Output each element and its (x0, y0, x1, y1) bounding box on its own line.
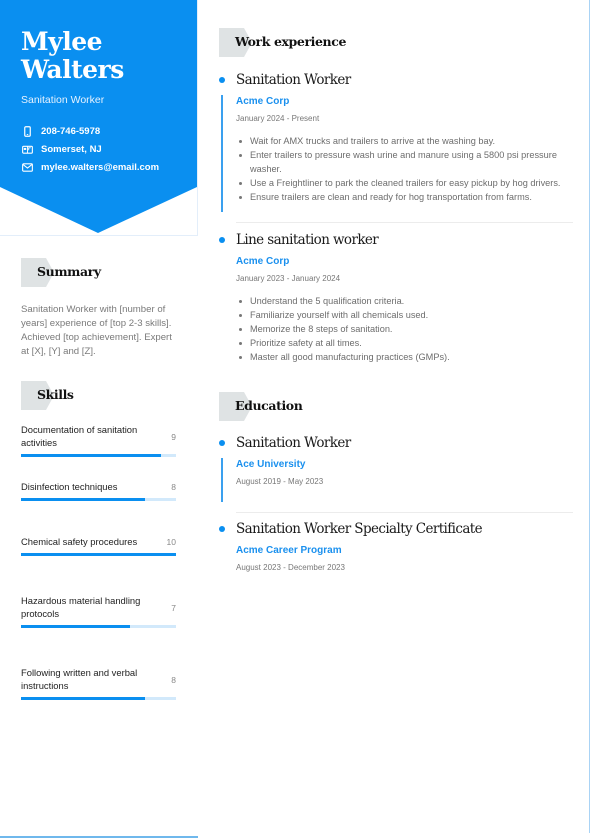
entry-organization: Acme Corp (236, 256, 290, 267)
timeline-line (221, 458, 223, 502)
job-title: Sanitation Worker (21, 94, 105, 106)
entry-bullets: Understand the 5 qualification criteria.… (236, 294, 574, 364)
entry-title-text: Sanitation Worker (236, 72, 351, 88)
entry-title: Sanitation Worker Specialty Certificate (219, 520, 574, 538)
entry-organization: Acme Corp (236, 96, 290, 107)
skill-bar-fill (21, 553, 176, 556)
work-heading: Work experience (219, 28, 419, 57)
skill-level: 8 (171, 674, 176, 685)
entry-body: Acme Corp January 2023 - January 2024 Un… (219, 255, 574, 364)
entry-body: Ace University August 2019 - May 2023 (219, 458, 574, 502)
entry-bullet: Enter trailers to pressure wash urine an… (236, 148, 574, 176)
skill-name: Hazardous material handling protocols (21, 595, 141, 619)
left-column: Mylee Walters Sanitation Worker 208-746-… (0, 0, 198, 838)
skill-item: Disinfection techniques 8 (21, 481, 176, 524)
skill-bar (21, 498, 176, 501)
skills-heading-text: Skills (37, 387, 74, 402)
skill-bar-fill (21, 498, 145, 501)
skill-level: 8 (171, 482, 176, 492)
work-entry: Sanitation Worker Acme Corp January 2024… (219, 71, 574, 212)
entry-title: Sanitation Worker (219, 434, 574, 452)
work-heading-text: Work experience (235, 34, 346, 49)
summary-heading: Summary (21, 258, 141, 287)
education-heading: Education (219, 392, 419, 421)
skill-item: Chemical safety procedures 10 (21, 536, 176, 579)
entry-organization: Acme Career Program (236, 545, 342, 556)
summary-heading-text: Summary (37, 264, 101, 279)
entry-divider (236, 222, 573, 223)
phone-icon (24, 125, 31, 137)
entry-organization: Ace University (236, 459, 306, 470)
work-entry: Line sanitation worker Acme Corp January… (219, 231, 574, 364)
entry-body: Acme Corp January 2024 - Present Wait fo… (219, 95, 574, 212)
education-entry: Sanitation Worker Ace University August … (219, 434, 574, 502)
contact-list: 208-746-5978 Somerset, NJ mylee.walters@… (22, 122, 159, 176)
skill-name: Chemical safety procedures (21, 535, 138, 547)
summary-text: Sanitation Worker with [number of years]… (21, 304, 172, 357)
skill-bar (21, 625, 176, 628)
email-icon (22, 162, 33, 172)
entry-title: Sanitation Worker (219, 71, 574, 89)
skill-item: Hazardous material handling protocols 7 (21, 595, 176, 650)
entry-title-text: Line sanitation worker (236, 232, 379, 248)
contact-email[interactable]: mylee.walters@email.com (22, 158, 159, 176)
entry-bullet: Prioritize safety at all times. (236, 336, 574, 350)
location-icon (22, 145, 33, 154)
entry-dates: January 2023 - January 2024 (236, 274, 341, 283)
entry-bullet: Understand the 5 qualification criteria. (236, 294, 574, 308)
entry-divider (236, 512, 573, 513)
first-name: Mylee (21, 27, 103, 56)
entry-bullet: Master all good manufacturing practices … (236, 350, 574, 364)
skills-heading: Skills (21, 381, 141, 410)
candidate-name: Mylee Walters (21, 28, 191, 84)
skill-bar (21, 454, 176, 457)
entry-bullet: Wait for AMX trucks and trailers to arri… (236, 134, 574, 148)
skill-level: 7 (171, 602, 176, 613)
entry-title: Line sanitation worker (219, 231, 574, 249)
entry-dates: August 2019 - May 2023 (236, 477, 324, 486)
skills-list: Documentation of sanitation activities 9… (21, 424, 176, 722)
phone-text: 208-746-5978 (41, 125, 101, 137)
skill-bar-fill (21, 697, 145, 700)
skill-bar-fill (21, 625, 130, 628)
skill-name: Disinfection techniques (21, 480, 118, 492)
education-heading-text: Education (235, 398, 303, 413)
entry-bullet: Familiarize yourself with all chemicals … (236, 308, 574, 322)
entry-dates: January 2024 - Present (236, 114, 320, 123)
skill-name: Following written and verbal instruction… (21, 667, 138, 691)
right-accent-line (589, 0, 590, 833)
entry-body: Acme Career Program August 2023 - Decemb… (219, 544, 574, 573)
bullet-dot-icon (219, 77, 225, 83)
entry-bullet: Memorize the 8 steps of sanitation. (236, 322, 574, 336)
contact-phone[interactable]: 208-746-5978 (22, 122, 159, 140)
last-name: Walters (21, 55, 124, 84)
skill-bar (21, 553, 176, 556)
skill-level: 9 (171, 431, 176, 442)
email-text: mylee.walters@email.com (41, 161, 160, 173)
skill-level: 10 (166, 537, 176, 547)
entry-title-text: Sanitation Worker (236, 435, 351, 451)
bullet-dot-icon (219, 237, 225, 243)
entry-dates: August 2023 - December 2023 (236, 563, 345, 572)
profile-header: Mylee Walters Sanitation Worker 208-746-… (0, 0, 198, 236)
location-text: Somerset, NJ (41, 143, 102, 155)
bullet-dot-icon (219, 526, 225, 532)
skill-item: Following written and verbal instruction… (21, 667, 176, 722)
entry-title-text: Sanitation Worker Specialty Certificate (236, 521, 483, 537)
skill-bar-fill (21, 454, 161, 457)
entry-bullet: Use a Freightliner to park the cleaned t… (236, 176, 574, 190)
contact-location: Somerset, NJ (22, 140, 159, 158)
skill-bar (21, 697, 176, 700)
entry-bullet: Ensure trailers are clean and ready for … (236, 190, 574, 204)
skill-item: Documentation of sanitation activities 9 (21, 424, 176, 468)
skill-name: Documentation of sanitation activities (21, 424, 138, 448)
entry-bullets: Wait for AMX trucks and trailers to arri… (236, 134, 574, 204)
bullet-dot-icon (219, 440, 225, 446)
timeline-line (221, 95, 223, 212)
education-entry: Sanitation Worker Specialty Certificate … (219, 520, 574, 573)
